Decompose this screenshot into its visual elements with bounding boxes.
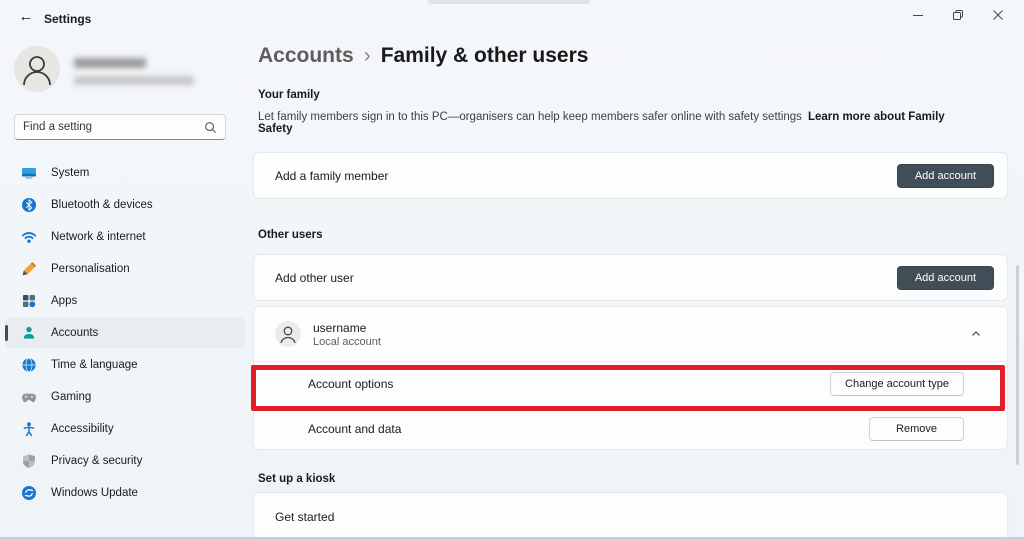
selected-accent-bar — [5, 325, 8, 341]
chevron-up-icon[interactable] — [970, 328, 982, 340]
other-users-heading: Other users — [258, 229, 323, 241]
personalisation-icon — [21, 261, 37, 277]
add-other-user-label: Add other user — [275, 271, 354, 285]
add-other-user-card: Add other user Add account — [253, 254, 1008, 301]
username-label: username — [313, 321, 970, 335]
user-account-header[interactable]: username Local account — [254, 307, 1007, 361]
sidebar-item-label: Windows Update — [51, 487, 138, 499]
apps-icon — [21, 293, 37, 309]
network-icon — [21, 229, 37, 245]
add-family-member-card: Add a family member Add account — [253, 152, 1008, 199]
sidebar-item-time-language[interactable]: Time & language — [5, 350, 245, 380]
bluetooth-icon — [21, 197, 37, 213]
top-edge-artifact — [428, 0, 590, 4]
restore-button[interactable] — [938, 0, 978, 30]
accounts-icon — [21, 325, 37, 341]
sidebar-item-label: Network & internet — [51, 231, 146, 243]
sidebar-item-accounts[interactable]: Accounts — [5, 318, 245, 348]
system-icon — [21, 165, 37, 181]
sidebar-item-label: Gaming — [51, 391, 91, 403]
breadcrumb-separator: › — [364, 44, 371, 67]
kiosk-card[interactable]: Get started — [253, 492, 1008, 539]
user-meta: username Local account — [313, 321, 970, 348]
add-other-account-button[interactable]: Add account — [897, 266, 994, 290]
person-icon — [14, 46, 60, 92]
search-box — [14, 114, 226, 140]
app-title: Settings — [44, 12, 91, 26]
accessibility-icon — [21, 421, 37, 437]
back-button[interactable]: ← — [16, 8, 36, 26]
close-icon — [992, 9, 1004, 21]
remove-account-button[interactable]: Remove — [869, 417, 964, 441]
breadcrumb-accounts[interactable]: Accounts — [258, 44, 354, 67]
user-display-name-redacted — [74, 58, 146, 68]
close-button[interactable] — [978, 0, 1018, 30]
search-input[interactable] — [23, 121, 204, 133]
person-icon — [275, 321, 301, 347]
kiosk-heading: Set up a kiosk — [258, 473, 335, 485]
breadcrumb: Accounts › Family & other users — [258, 44, 588, 68]
time-language-icon — [21, 357, 37, 373]
sidebar-item-label: Personalisation — [51, 263, 130, 275]
sidebar-item-bluetooth-devices[interactable]: Bluetooth & devices — [5, 190, 245, 220]
windows-update-icon — [21, 485, 37, 501]
get-started-label: Get started — [275, 510, 334, 524]
account-options-label: Account options — [308, 377, 393, 391]
window-controls — [898, 0, 1018, 30]
sidebar-item-label: System — [51, 167, 89, 179]
user-account-avatar — [275, 321, 301, 347]
page-title: Family & other users — [381, 44, 589, 67]
sidebar-item-label: Accessibility — [51, 423, 114, 435]
restore-icon — [952, 9, 964, 21]
account-options-row: Account options Change account type — [254, 361, 1007, 406]
user-avatar[interactable] — [14, 46, 60, 92]
sidebar-item-accessibility[interactable]: Accessibility — [5, 414, 245, 444]
sidebar-nav: System Bluetooth & devices Network & int… — [5, 158, 245, 510]
minimize-button[interactable] — [898, 0, 938, 30]
sidebar-item-label: Time & language — [51, 359, 138, 371]
sidebar-item-label: Apps — [51, 295, 77, 307]
gaming-icon — [21, 389, 37, 405]
account-and-data-row: Account and data Remove — [254, 406, 1007, 451]
account-and-data-label: Account and data — [308, 422, 401, 436]
user-account-card: username Local account Account options C… — [253, 306, 1008, 450]
sidebar-item-privacy-security[interactable]: Privacy & security — [5, 446, 245, 476]
your-family-description: Let family members sign in to this PC—or… — [258, 111, 978, 135]
settings-window: ← Settings — [0, 0, 1024, 539]
scrollbar-thumb[interactable] — [1016, 265, 1019, 465]
sidebar-item-label: Accounts — [51, 327, 98, 339]
sidebar-item-apps[interactable]: Apps — [5, 286, 245, 316]
search-icon — [204, 121, 217, 134]
sidebar-item-label: Bluetooth & devices — [51, 199, 153, 211]
user-email-redacted — [74, 76, 194, 85]
change-account-type-button[interactable]: Change account type — [830, 372, 964, 396]
minimize-icon — [912, 9, 924, 21]
privacy-security-icon — [21, 453, 37, 469]
account-type-label: Local account — [313, 336, 970, 348]
your-family-heading: Your family — [258, 89, 320, 101]
sidebar-item-network-internet[interactable]: Network & internet — [5, 222, 245, 252]
add-family-account-button[interactable]: Add account — [897, 164, 994, 188]
add-family-member-label: Add a family member — [275, 169, 388, 183]
sidebar-item-system[interactable]: System — [5, 158, 245, 188]
sidebar-item-label: Privacy & security — [51, 455, 142, 467]
sidebar-item-personalisation[interactable]: Personalisation — [5, 254, 245, 284]
sidebar-item-windows-update[interactable]: Windows Update — [5, 478, 245, 508]
sidebar-item-gaming[interactable]: Gaming — [5, 382, 245, 412]
description-text: Let family members sign in to this PC—or… — [258, 111, 802, 123]
